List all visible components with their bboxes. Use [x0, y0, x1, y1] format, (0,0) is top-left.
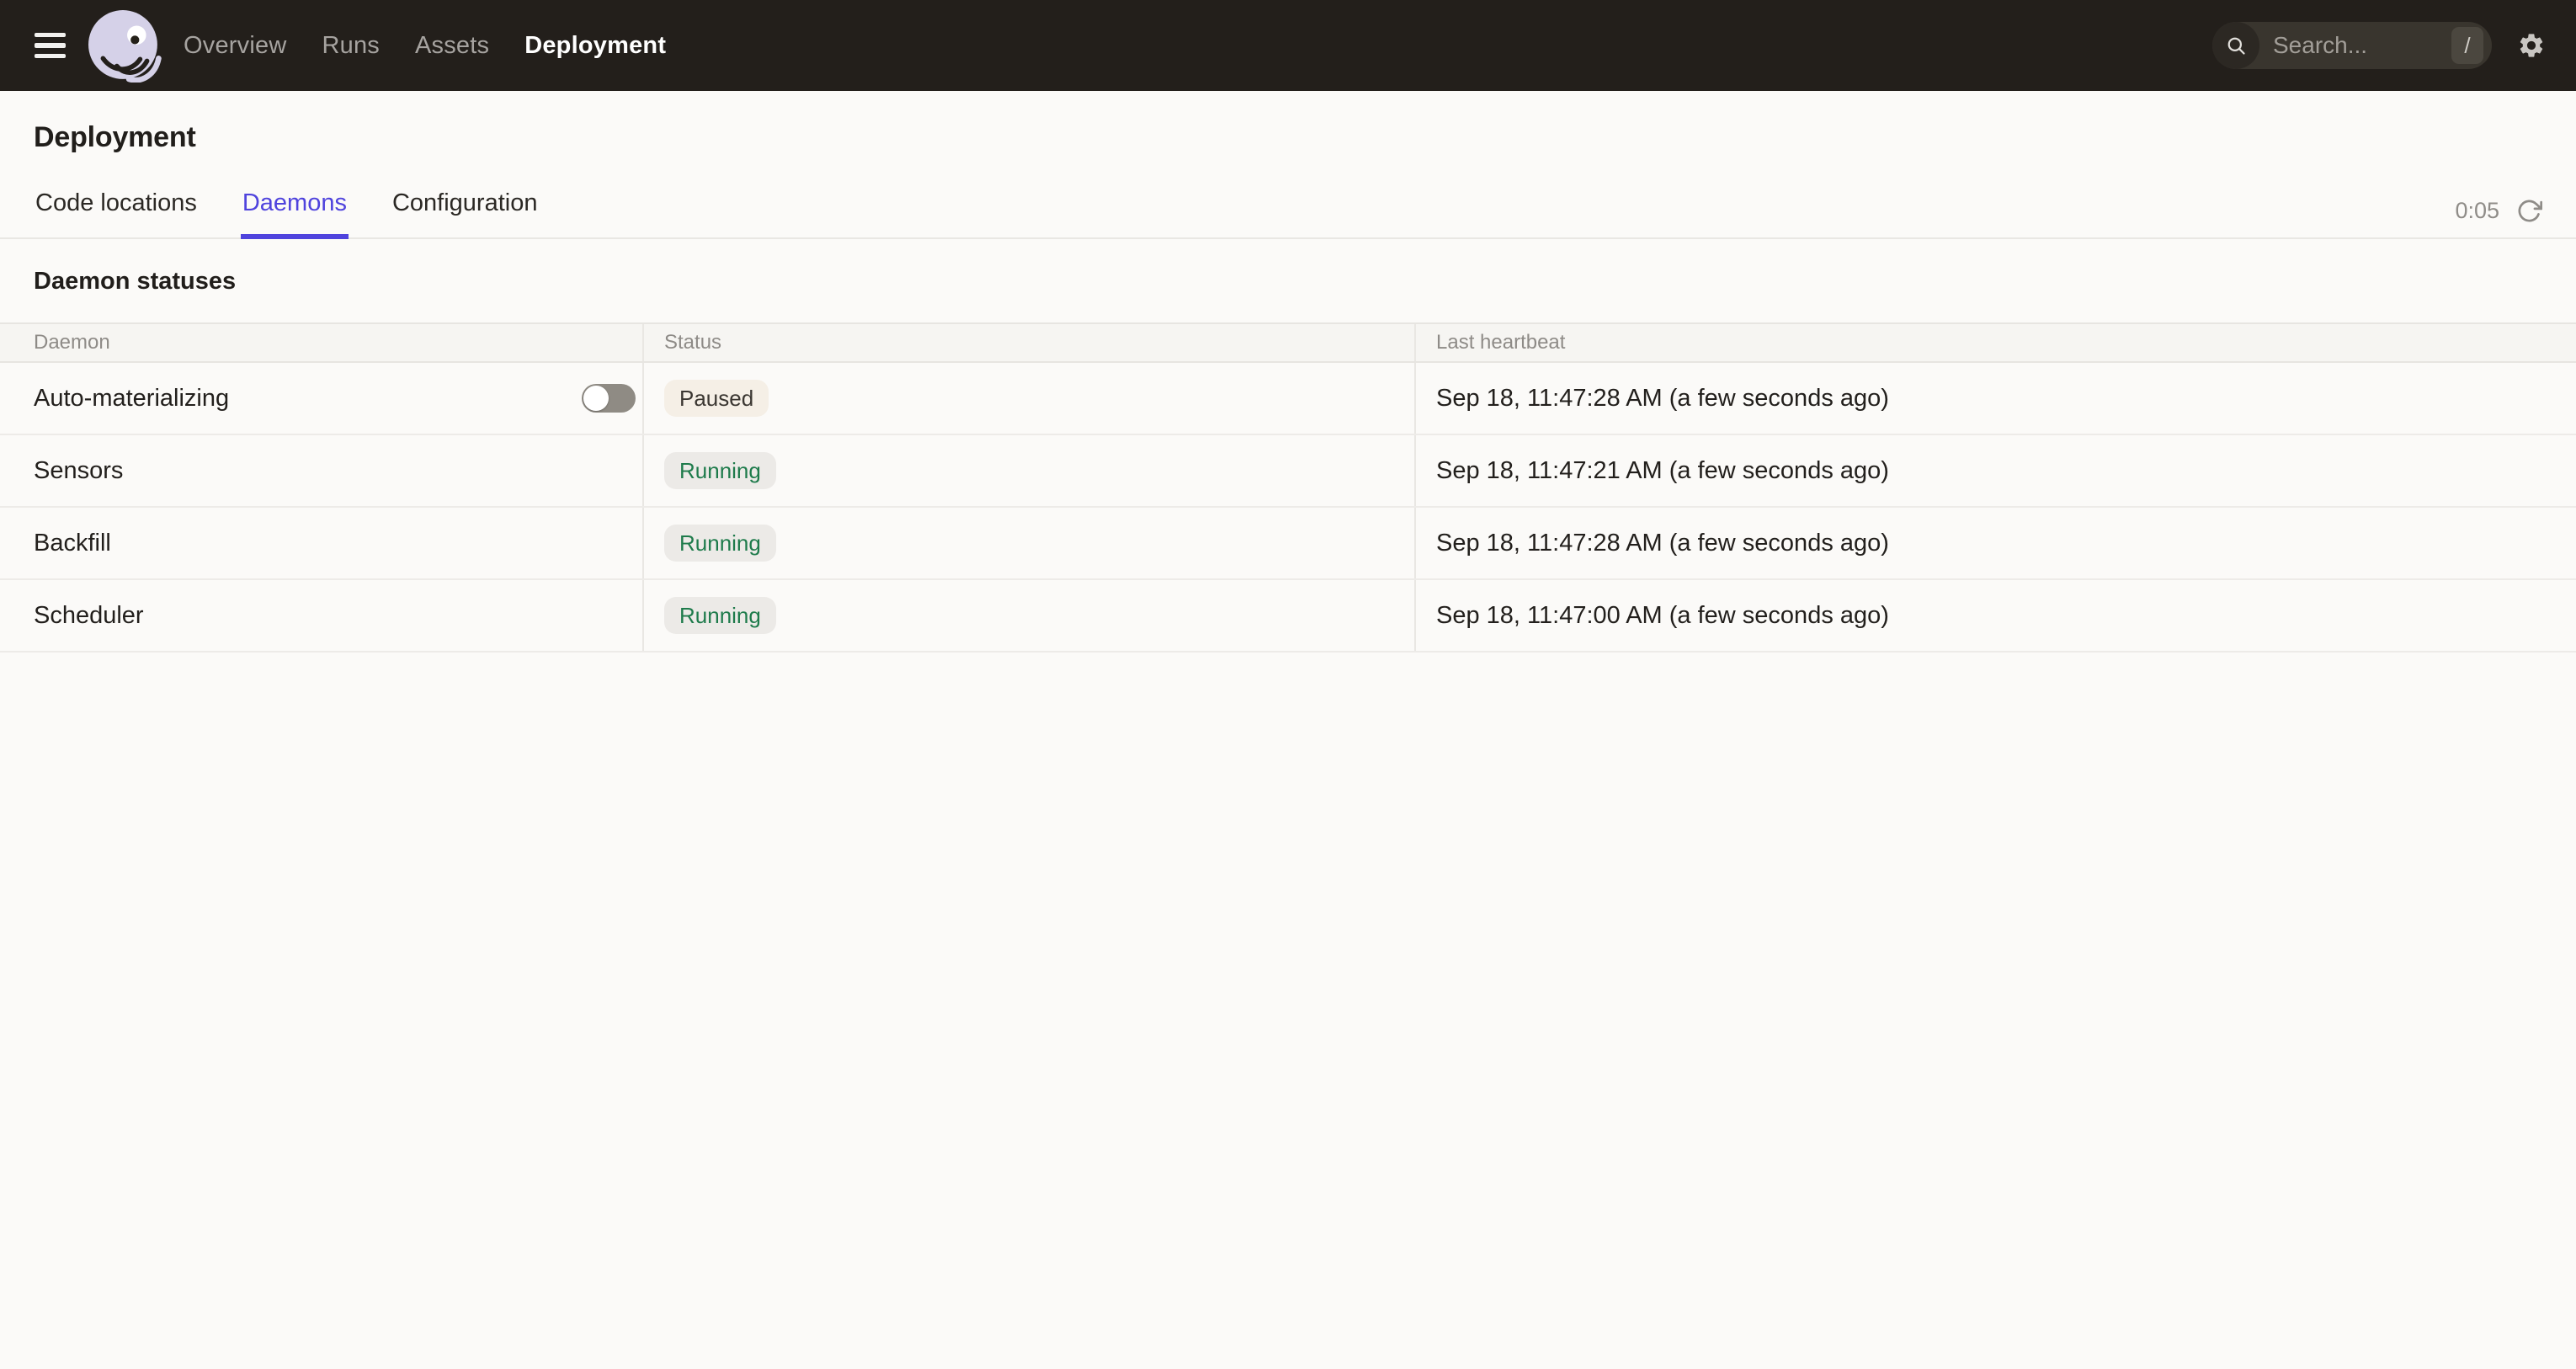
- hamburger-menu-icon[interactable]: [25, 21, 74, 70]
- daemon-toggle[interactable]: [582, 384, 636, 413]
- table-row: Scheduler Running Sep 18, 11:47:00 AM (a…: [0, 580, 2576, 653]
- status-cell: Running: [644, 508, 1416, 578]
- daemon-table: Daemon Status Last heartbeat Auto-materi…: [0, 322, 2576, 653]
- daemon-name: Sensors: [34, 457, 123, 485]
- refresh-button[interactable]: [2516, 198, 2542, 224]
- table-header: Daemon Status Last heartbeat: [0, 322, 2576, 363]
- status-cell: Paused: [644, 363, 1416, 434]
- status-badge: Paused: [664, 380, 769, 417]
- refresh-countdown: 0:05: [2455, 198, 2499, 224]
- topbar-nav-item: Deployment: [524, 32, 666, 60]
- heartbeat-cell: Sep 18, 11:47:21 AM (a few seconds ago): [1416, 435, 2576, 506]
- daemon-name: Auto-materializing: [34, 385, 229, 413]
- tabs: Code locations Daemons Configuration: [34, 181, 539, 237]
- page-title: Deployment: [34, 121, 2542, 154]
- topbar-nav-assets[interactable]: Assets: [415, 32, 489, 59]
- status-cell: Running: [644, 435, 1416, 506]
- topbar-nav-item: Overview: [184, 32, 286, 60]
- refresh-area: 0:05: [2455, 198, 2542, 237]
- heartbeat-cell: Sep 18, 11:47:00 AM (a few seconds ago): [1416, 580, 2576, 651]
- search-icon: [2212, 22, 2259, 69]
- topbar-nav-deployment[interactable]: Deployment: [524, 32, 666, 59]
- topbar-nav-runs[interactable]: Runs: [322, 32, 380, 59]
- tab-daemons[interactable]: Daemons: [241, 181, 349, 239]
- daemon-name: Scheduler: [34, 602, 144, 630]
- heartbeat-text: Sep 18, 11:47:28 AM (a few seconds ago): [1436, 385, 1889, 413]
- heartbeat-text: Sep 18, 11:47:21 AM (a few seconds ago): [1436, 457, 1889, 485]
- toggle-knob: [583, 386, 609, 411]
- column-header-last-heartbeat: Last heartbeat: [1416, 324, 2576, 361]
- tab-code-locations[interactable]: Code locations: [34, 181, 199, 239]
- search-box[interactable]: /: [2212, 22, 2492, 69]
- topbar-nav-overview[interactable]: Overview: [184, 32, 286, 59]
- column-header-daemon: Daemon: [0, 324, 644, 361]
- daemon-cell: Backfill: [0, 508, 644, 578]
- topbar-nav: Overview Runs Assets Deployment: [184, 32, 666, 60]
- topbar: Overview Runs Assets Deployment /: [0, 0, 2576, 91]
- topbar-nav-item: Runs: [322, 32, 380, 60]
- table-body: Auto-materializing Paused Sep 18, 11:47:…: [0, 363, 2576, 653]
- heartbeat-cell: Sep 18, 11:47:28 AM (a few seconds ago): [1416, 508, 2576, 578]
- status-cell: Running: [644, 580, 1416, 651]
- settings-button[interactable]: [2517, 31, 2546, 60]
- daemon-cell: Sensors: [0, 435, 644, 506]
- tab-configuration[interactable]: Configuration: [391, 181, 540, 239]
- table-row: Auto-materializing Paused Sep 18, 11:47:…: [0, 363, 2576, 435]
- table-row: Backfill Running Sep 18, 11:47:28 AM (a …: [0, 508, 2576, 580]
- tabs-row: Code locations Daemons Configuration 0:0…: [0, 181, 2576, 239]
- search-shortcut-badge: /: [2451, 27, 2483, 64]
- search-input[interactable]: [2273, 32, 2399, 59]
- column-header-status: Status: [644, 324, 1416, 361]
- heartbeat-text: Sep 18, 11:47:28 AM (a few seconds ago): [1436, 530, 1889, 557]
- status-badge: Running: [664, 452, 776, 489]
- dagster-logo-icon[interactable]: [88, 8, 162, 83]
- status-badge: Running: [664, 525, 776, 562]
- heartbeat-cell: Sep 18, 11:47:28 AM (a few seconds ago): [1416, 363, 2576, 434]
- status-badge: Running: [664, 597, 776, 634]
- topbar-nav-item: Assets: [415, 32, 489, 60]
- section-heading: Daemon statuses: [34, 268, 2542, 296]
- daemon-cell: Auto-materializing: [0, 363, 644, 434]
- daemon-cell: Scheduler: [0, 580, 644, 651]
- gear-icon: [2517, 31, 2546, 60]
- heartbeat-text: Sep 18, 11:47:00 AM (a few seconds ago): [1436, 602, 1889, 630]
- table-row: Sensors Running Sep 18, 11:47:21 AM (a f…: [0, 435, 2576, 508]
- daemon-name: Backfill: [34, 530, 111, 557]
- refresh-icon: [2516, 198, 2542, 224]
